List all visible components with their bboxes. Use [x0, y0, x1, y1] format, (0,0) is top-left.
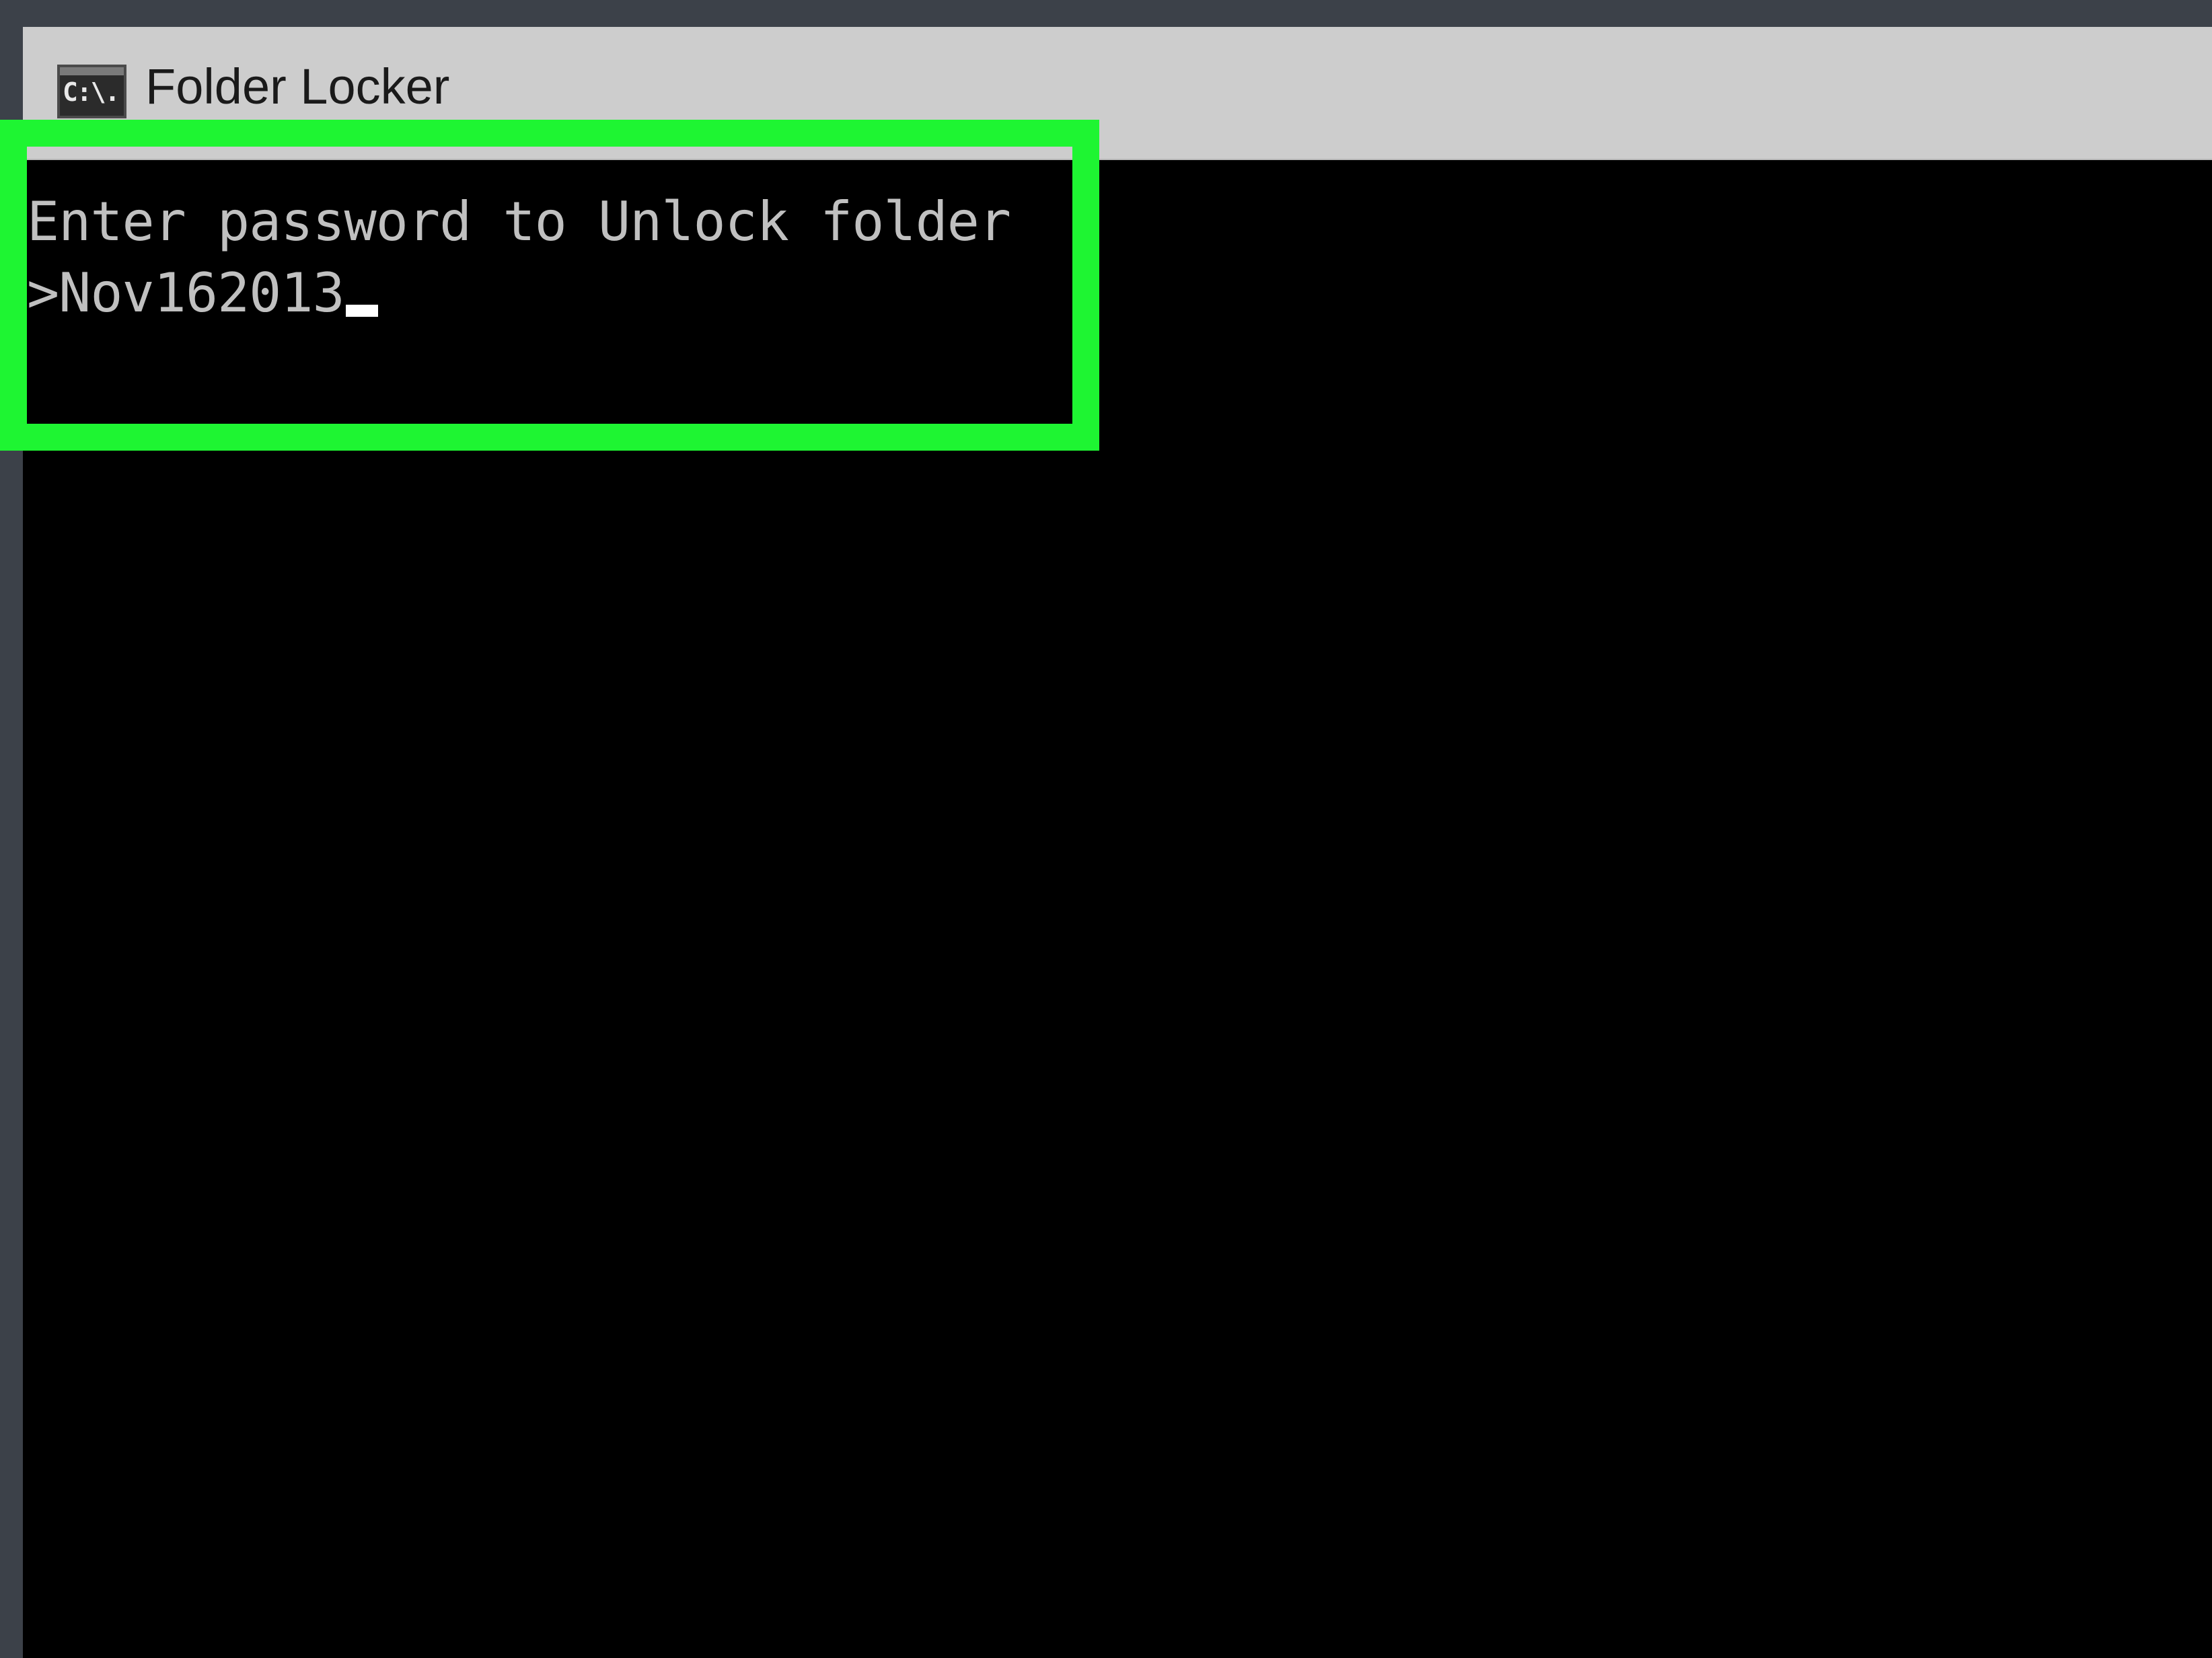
icon-glyph: C:\.	[63, 77, 120, 107]
window-title: Folder Locker	[145, 59, 450, 114]
window-titlebar[interactable]: C:\. Folder Locker	[23, 27, 2212, 160]
desktop-background: C:\. Folder Locker Enter password to Unl…	[0, 0, 2212, 1658]
input-prompt-symbol: >	[27, 262, 59, 324]
command-prompt-icon[interactable]: C:\.	[57, 65, 126, 118]
console-window[interactable]: C:\. Folder Locker Enter password to Unl…	[23, 27, 2212, 1658]
text-cursor	[345, 305, 378, 317]
console-output-area[interactable]: Enter password to Unlock folder >Nov1620…	[23, 160, 2212, 1658]
password-input-line[interactable]: >Nov162013	[27, 266, 378, 320]
password-input-value[interactable]: Nov162013	[59, 262, 344, 324]
icon-titlebar-strip	[60, 67, 124, 75]
password-prompt-message: Enter password to Unlock folder	[27, 190, 1011, 253]
